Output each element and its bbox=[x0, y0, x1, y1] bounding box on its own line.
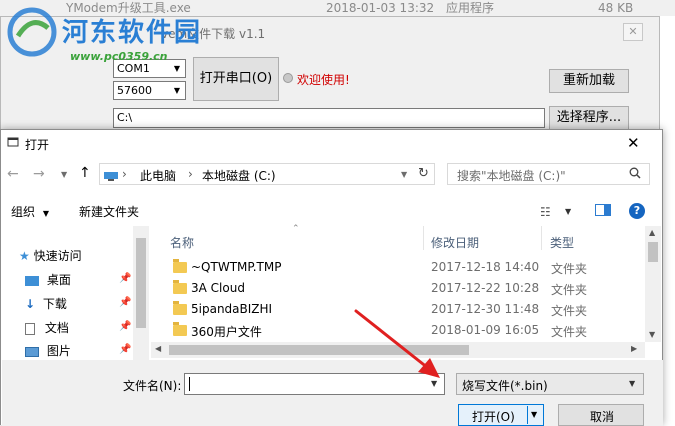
red-arrow-annotation bbox=[354, 309, 440, 378]
